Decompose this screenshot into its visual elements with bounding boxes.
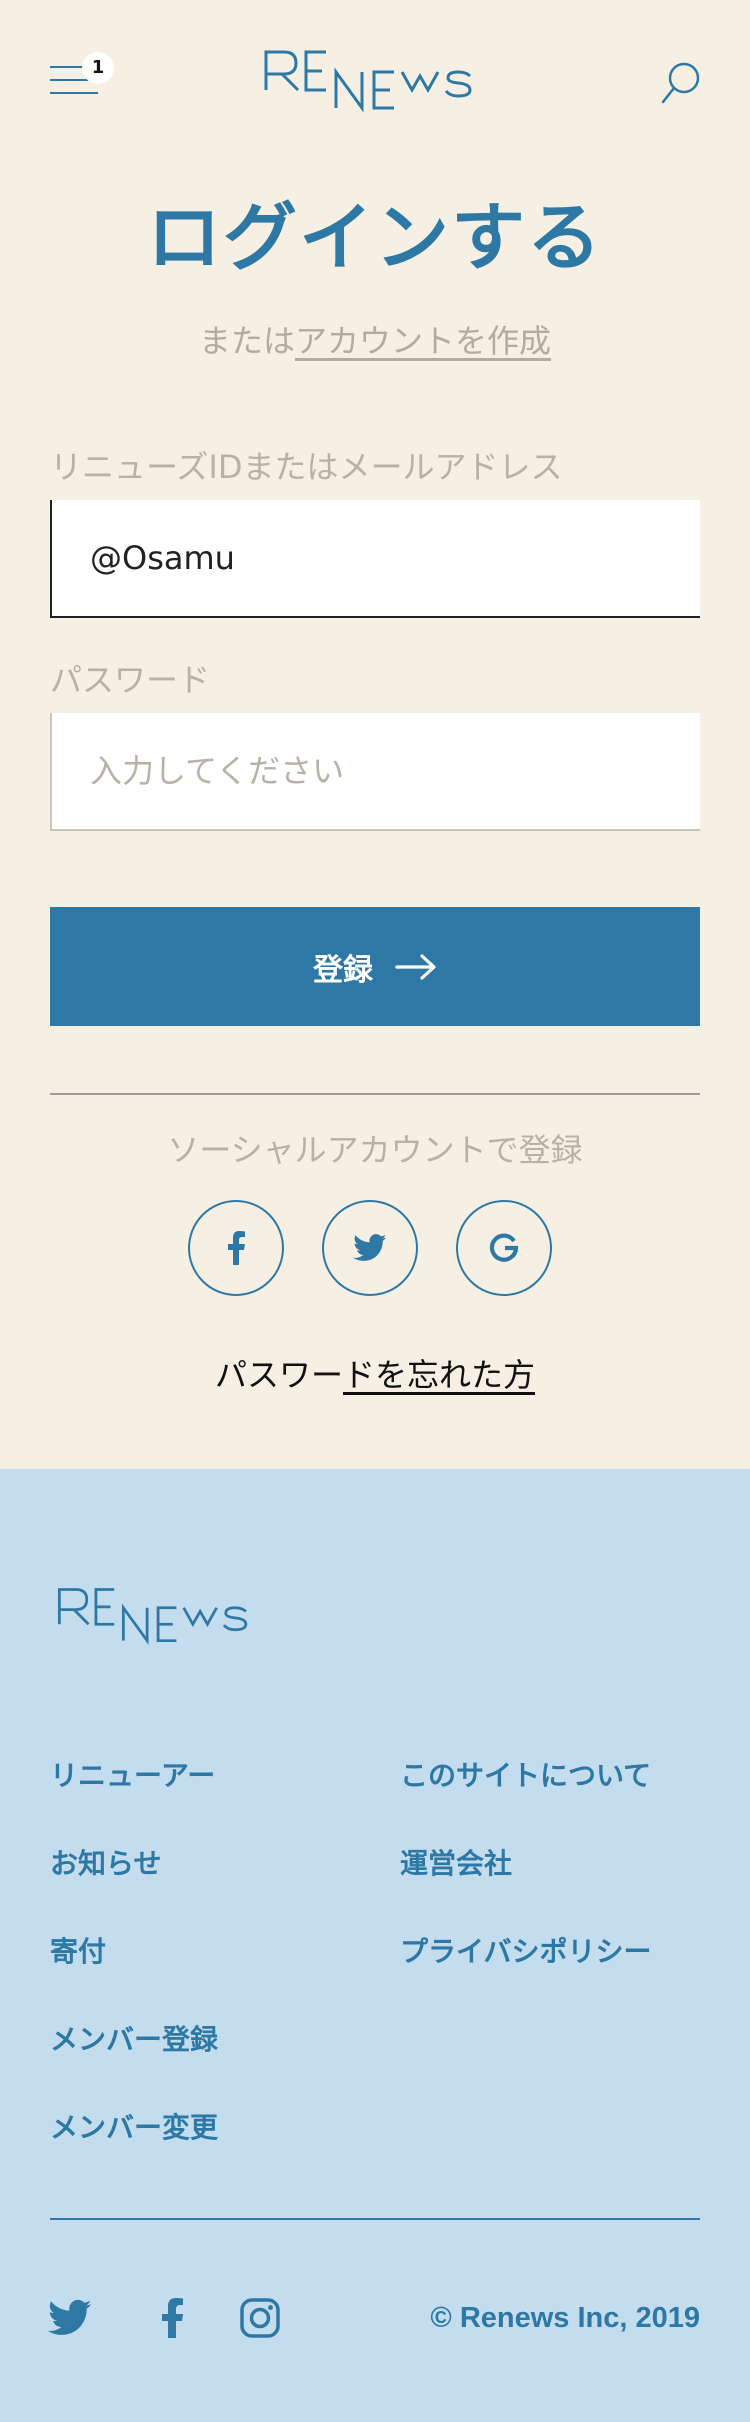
renews-logo[interactable] xyxy=(262,46,488,116)
create-account-line: またはアカウントを作成 xyxy=(0,316,750,362)
page-title: ログインする xyxy=(147,195,603,281)
section-divider xyxy=(50,1093,700,1095)
social-login-label: ソーシャルアカウントで登録 xyxy=(167,1131,583,1169)
twitter-login-button[interactable] xyxy=(322,1200,418,1296)
forgot-prefix: パスワー xyxy=(214,1356,343,1394)
search-icon[interactable] xyxy=(660,62,700,106)
submit-button[interactable]: 登録 xyxy=(50,907,700,1026)
google-icon xyxy=(489,1233,519,1262)
forgot-password-line: パスワードを忘れた方 xyxy=(0,1350,750,1396)
password-input[interactable] xyxy=(50,713,700,831)
copyright-text: © Renews Inc, 2019 xyxy=(430,2302,700,2334)
footer-link-about[interactable]: このサイトについて xyxy=(400,1754,651,1794)
twitter-icon xyxy=(353,1234,387,1261)
facebook-icon xyxy=(228,1231,245,1265)
footer-link-privacy[interactable]: プライバシポリシー xyxy=(400,1930,651,1970)
footer-logo[interactable] xyxy=(50,1584,268,1648)
submit-label: 登録 xyxy=(313,952,373,988)
id-label: リニューズIDまたはメールアドレス xyxy=(50,448,563,486)
password-label: パスワード xyxy=(50,661,211,699)
arrow-right-icon xyxy=(395,953,436,980)
facebook-icon[interactable] xyxy=(152,2296,196,2340)
instagram-icon[interactable] xyxy=(238,2296,282,2340)
google-login-button[interactable] xyxy=(456,1200,552,1296)
footer-link-news[interactable]: お知らせ xyxy=(50,1842,161,1882)
footer-link-donate[interactable]: 寄付 xyxy=(50,1930,106,1970)
forgot-password-link[interactable]: ドを忘れた方 xyxy=(343,1356,535,1394)
create-account-link[interactable]: アカウントを作成 xyxy=(295,322,551,360)
facebook-login-button[interactable] xyxy=(188,1200,284,1296)
footer-link-member-register[interactable]: メンバー登録 xyxy=(50,2018,218,2058)
footer-link-company[interactable]: 運営会社 xyxy=(400,1842,512,1882)
notification-badge: 1 xyxy=(82,52,114,84)
footer-link-reneweer[interactable]: リニューアー xyxy=(50,1754,215,1794)
menu-line-icon xyxy=(50,92,98,94)
subline-prefix: または xyxy=(198,322,295,360)
footer-divider xyxy=(50,2218,700,2220)
twitter-icon[interactable] xyxy=(48,2296,92,2340)
id-input[interactable] xyxy=(50,500,700,618)
footer-link-member-change[interactable]: メンバー変更 xyxy=(50,2106,218,2146)
